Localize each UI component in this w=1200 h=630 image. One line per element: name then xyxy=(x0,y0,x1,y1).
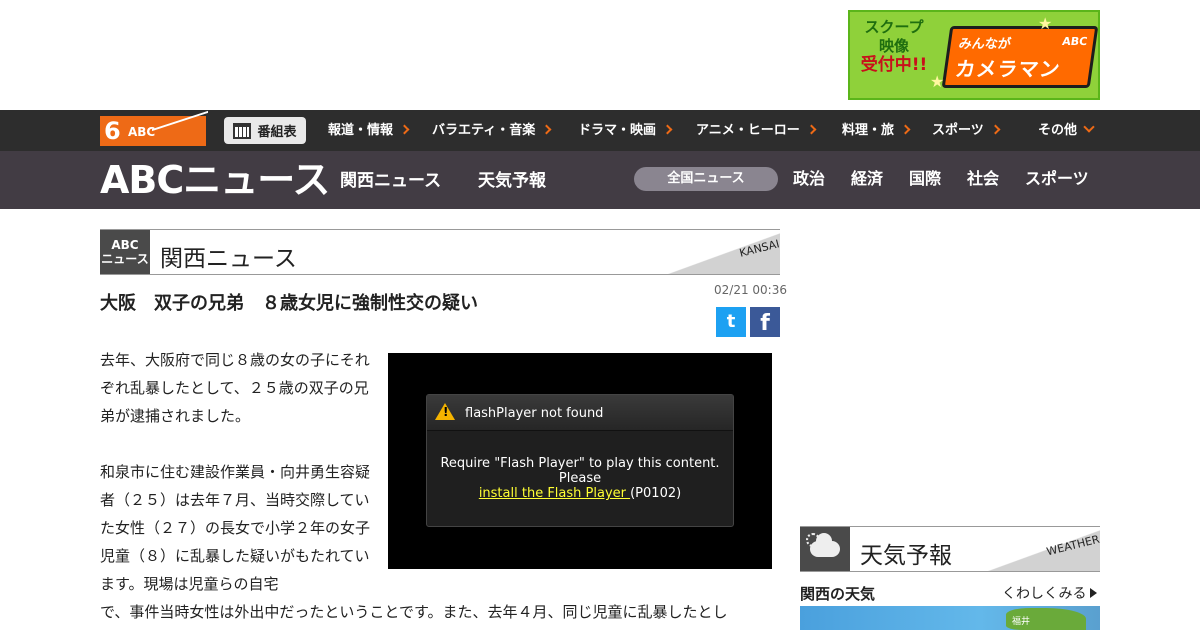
flash-error-code: (P0102) xyxy=(630,486,682,501)
article-paragraph: 和泉市に住む建設作業員・向井勇生容疑者（２５）は去年７月、当時交際していた女性（… xyxy=(100,463,371,593)
article-paragraph: 去年、大阪府で同じ８歳の女の子にそれぞれ乱暴したとして、２５歳の双子の兄弟が逮捕… xyxy=(100,351,370,425)
nav-drama-movie[interactable]: ドラマ・映画 xyxy=(578,110,673,151)
logo-six: 6 xyxy=(104,117,121,145)
flash-error-dialog: flashPlayer not found Require "Flash Pla… xyxy=(426,394,734,527)
nav-variety-music[interactable]: バラエティ・音楽 xyxy=(432,110,552,151)
nav-kansai-news[interactable]: 関西ニュース xyxy=(340,168,441,194)
twitter-icon: t xyxy=(726,311,736,332)
install-flash-link[interactable]: install the Flash Player xyxy=(479,486,630,501)
cloud-icon xyxy=(810,533,840,557)
article-paragraph-continued: で、事件当時女性は外出中だったということです。また、去年４月、同じ児童に乱暴した… xyxy=(100,603,728,621)
nav-sports[interactable]: スポーツ xyxy=(932,110,1001,151)
facebook-icon: f xyxy=(760,311,770,336)
twitter-share-button[interactable]: t xyxy=(716,307,746,337)
nav-politics[interactable]: 政治 xyxy=(793,166,825,192)
weather-map[interactable]: 福井 xyxy=(800,606,1100,630)
abc-news-badge: ABC ニュース xyxy=(100,230,150,274)
abc-channel-logo[interactable]: 6 ABC xyxy=(100,110,208,152)
article-timestamp: 02/21 00:36 xyxy=(714,283,787,297)
weather-header: 天気予報 WEATHER xyxy=(800,526,1100,572)
section-title: 関西ニュース xyxy=(160,246,297,272)
facebook-share-button[interactable]: f xyxy=(750,307,780,337)
nav-sports-news[interactable]: スポーツ xyxy=(1025,166,1089,192)
nav-weather[interactable]: 天気予報 xyxy=(478,168,546,194)
program-guide-button[interactable]: 番組表 xyxy=(224,117,306,144)
banner-line2: 映像 xyxy=(878,37,909,55)
flash-msg-line2: Please xyxy=(558,471,602,486)
camera-campaign-banner[interactable]: スクープ 映像 受付中!! みんなが カメラマン ABC ★ ★ xyxy=(848,10,1100,100)
section-header: ABC ニュース 関西ニュース KANSAI xyxy=(100,229,780,275)
flash-error-title: flashPlayer not found xyxy=(465,406,604,421)
chevron-right-icon xyxy=(662,124,673,135)
nav-other-dropdown[interactable]: その他 xyxy=(1038,110,1095,151)
nav-anime-hero[interactable]: アニメ・ヒーロー xyxy=(696,110,817,151)
flash-error-header: flashPlayer not found xyxy=(427,395,733,431)
flash-msg-line1: Require "Flash Player" to play this cont… xyxy=(440,456,720,471)
banner-scoop-text: スクープ 映像 受付中!! xyxy=(858,18,930,75)
triangle-right-icon xyxy=(1089,588,1097,598)
chevron-right-icon xyxy=(541,124,552,135)
article-body: 去年、大阪府で同じ８歳の女の子にそれぞれ乱暴したとして、２５歳の双子の兄弟が逮捕… xyxy=(100,346,376,598)
weather-more-link[interactable]: くわしくみる xyxy=(1002,583,1097,603)
flash-error-message: Require "Flash Player" to play this cont… xyxy=(427,456,733,501)
nav-society[interactable]: 社会 xyxy=(967,166,999,192)
banner-camera-logo: みんなが カメラマン ABC xyxy=(941,26,1098,88)
banner-title-main: カメラマン xyxy=(953,57,1062,81)
chevron-right-icon xyxy=(806,124,817,135)
chevron-right-icon xyxy=(399,124,410,135)
nav-cooking-travel[interactable]: 料理・旅 xyxy=(842,110,911,151)
banner-line3: 受付中!! xyxy=(860,55,928,75)
chevron-right-icon xyxy=(990,124,1001,135)
program-guide-label: 番組表 xyxy=(257,125,297,140)
logo-swoosh xyxy=(152,110,208,152)
nav-economy[interactable]: 経済 xyxy=(851,166,883,192)
weather-region: 関西の天気 xyxy=(800,585,876,603)
abc-news-logo[interactable]: ABCニュース xyxy=(100,159,330,201)
banner-title-top: みんなが xyxy=(957,37,1012,52)
star-icon: ★ xyxy=(930,72,945,91)
nav-international[interactable]: 国際 xyxy=(909,166,941,192)
chevron-right-icon xyxy=(900,124,911,135)
nav-news-info[interactable]: 報道・情報 xyxy=(328,110,410,151)
banner-abc: ABC xyxy=(1061,35,1089,48)
weather-title: 天気予報 xyxy=(860,543,952,569)
article-headline: 大阪 双子の兄弟 ８歳女児に強制性交の疑い xyxy=(100,293,478,314)
warning-icon xyxy=(435,403,455,420)
nav-national-news[interactable]: 全国ニュース xyxy=(634,167,778,191)
weather-badge xyxy=(800,527,850,571)
star-icon: ★ xyxy=(1038,14,1053,33)
banner-line1: スクープ xyxy=(864,18,924,36)
map-label: 福井 xyxy=(1012,617,1031,627)
calendar-icon xyxy=(233,122,252,139)
chevron-down-icon xyxy=(1083,121,1095,133)
